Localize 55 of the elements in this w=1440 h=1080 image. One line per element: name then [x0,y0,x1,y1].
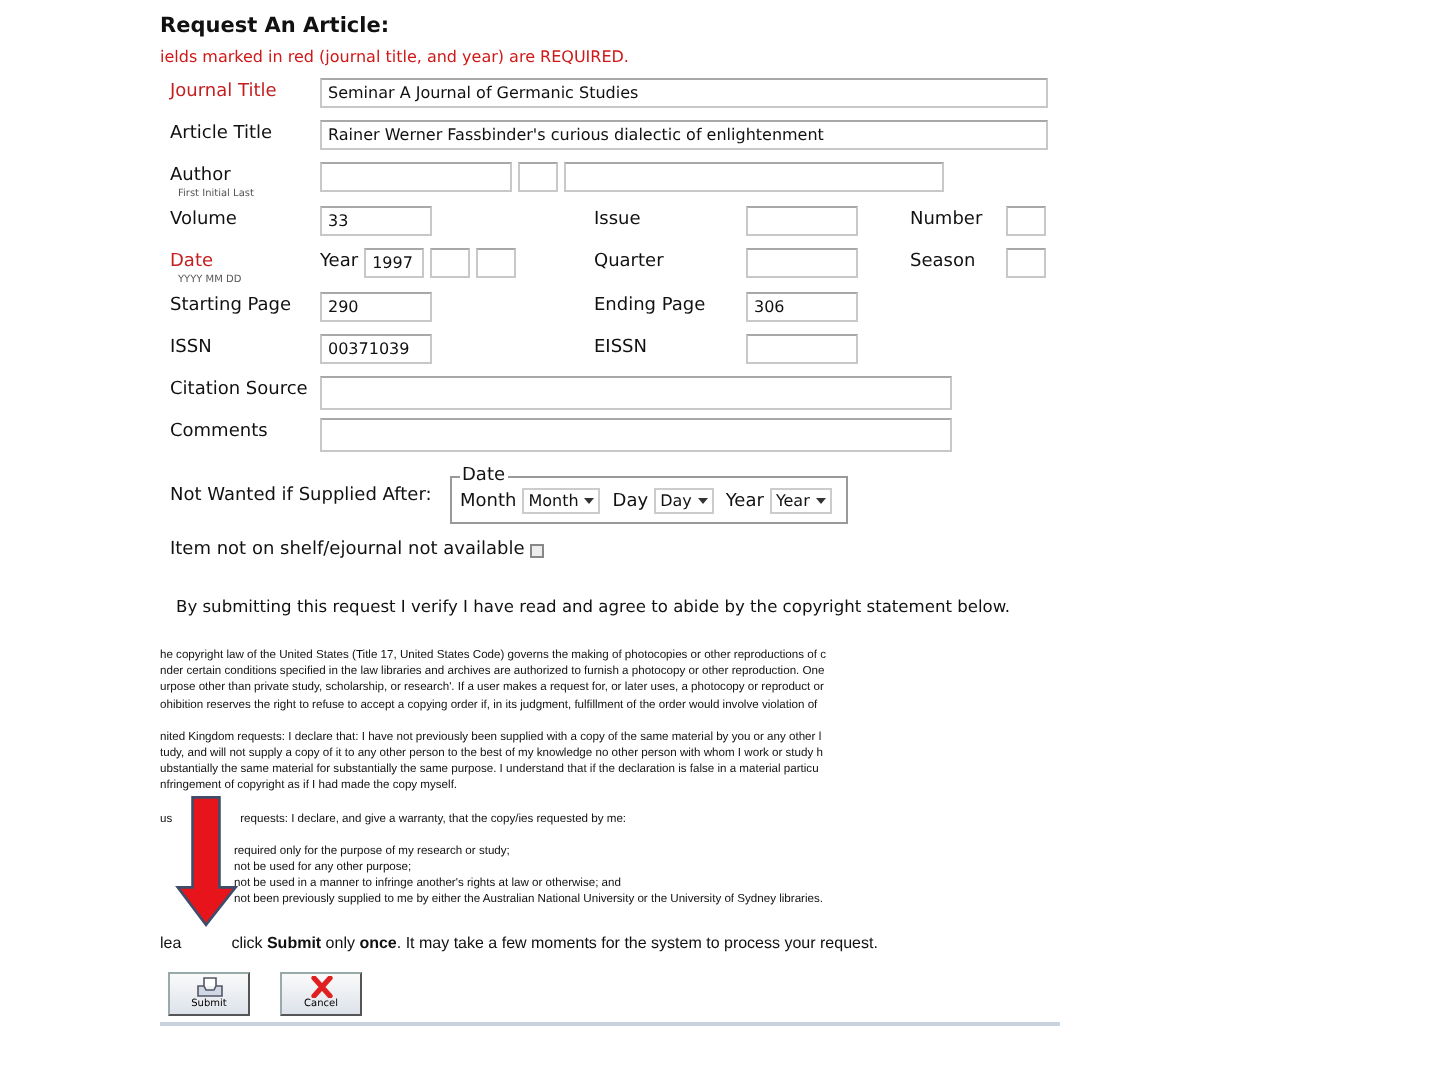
input-field[interactable] [320,162,512,192]
field-label: Volume [170,210,239,232]
checkbox-label: Item not on shelf/ejournal not available [170,540,525,560]
field-label: EISSN [594,338,649,360]
field-label: Month [460,491,517,511]
input-field[interactable]: Rainer Werner Fassbinder's curious dialectic of enlightenment [320,120,1048,150]
checkbox[interactable] [530,543,545,557]
tray-icon [195,976,223,999]
field-label: Day [612,491,649,511]
dropdown[interactable]: Year [769,488,832,514]
field-label: ISSN [170,338,214,360]
field-label: Citation Source [170,380,310,402]
input-field[interactable] [746,248,858,278]
field-label: Year [320,250,359,276]
input-field[interactable]: 33 [320,206,432,236]
input-field[interactable] [430,248,471,278]
input-field[interactable] [1006,248,1046,278]
text-area[interactable] [320,418,952,452]
field-label: Starting Page [170,296,294,318]
field-label: Issue [594,210,643,232]
input-field[interactable]: 290 [320,292,432,322]
dropdown[interactable]: Month [522,488,601,514]
field-label: Quarter [594,252,666,274]
field-label: Date [170,252,216,274]
input-field[interactable] [476,248,517,278]
input-field[interactable] [1006,206,1046,236]
input-field[interactable]: 00371039 [320,334,432,364]
input-field[interactable]: 1997 [364,248,425,278]
input-field[interactable] [746,334,858,364]
required-note: ields marked in red (journal title, and year) are REQUIRED. [160,46,631,70]
input-field[interactable]: 306 [746,292,858,322]
page-title: Request An Article: [160,12,392,42]
text-area[interactable] [320,376,952,410]
field-label: Season [910,252,978,274]
input-field[interactable] [518,162,558,192]
dropdown[interactable]: Day [654,488,714,514]
field-label: Comments [170,422,270,444]
field-label: Journal Title [170,82,279,104]
agreement-text: By submitting this request I verify I have read and agree to abide by the copyright statement below. [174,596,1013,616]
field-label: Year [725,491,764,511]
field-label: Not Wanted if Supplied After: [168,485,434,505]
caret-icon [815,498,826,504]
caret-icon [697,498,708,504]
submit-note: lea [160,933,182,952]
submit-note: click Submit only once. It may take a few moments for the system to process your request. [231,933,878,952]
group-legend: Date [460,466,508,486]
field-label: Number [910,210,985,232]
caret-icon [584,498,595,504]
field-label: Author [170,166,233,188]
close-icon [307,976,335,999]
field-label: Ending Page [594,296,708,318]
input-field[interactable] [564,162,944,192]
input-field[interactable]: Seminar A Journal of Germanic Studies [320,78,1048,108]
field-label: Article Title [170,124,275,146]
input-field[interactable] [746,206,858,236]
